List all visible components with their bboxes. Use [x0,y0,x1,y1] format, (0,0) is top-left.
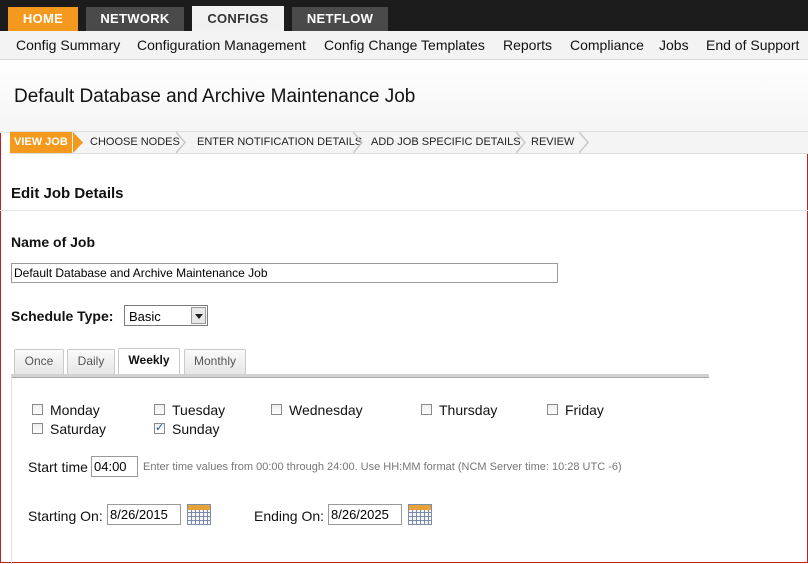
tab-strip-divider [11,374,709,378]
tuesday-label: Tuesday [172,402,226,418]
menu-config-summary[interactable]: Config Summary [16,37,120,53]
step-review[interactable]: REVIEW [531,132,574,153]
step-enter-notification-details[interactable]: ENTER NOTIFICATION DETAILS [197,132,362,153]
step-view-job[interactable]: VIEW JOB [10,132,72,153]
job-name-input[interactable] [11,263,558,283]
thursday-checkbox[interactable] [421,404,432,415]
start-time-hint: Enter time values from 00:00 through 24:… [143,461,622,473]
tab-weekly[interactable]: Weekly [118,348,180,374]
section-title: Edit Job Details [11,185,124,202]
thursday-label: Thursday [439,402,498,418]
saturday-checkbox[interactable] [32,423,43,434]
step-arrow-icon [73,132,83,153]
ending-on-label: Ending On: [254,508,325,524]
starting-on-input[interactable] [107,504,181,525]
saturday-label: Saturday [50,421,107,437]
tab-daily[interactable]: Daily [67,349,115,374]
menu-end-of-support[interactable]: End of Support [706,37,799,53]
friday-label: Friday [565,402,604,418]
sub-menu: Config Summary Configuration Management … [0,31,808,60]
tab-once[interactable]: Once [14,349,64,374]
monday-label: Monday [50,402,100,418]
chevron-down-icon[interactable] [191,307,206,324]
starting-on-label: Starting On: [28,508,103,524]
menu-compliance[interactable]: Compliance [570,37,644,53]
wednesday-checkbox[interactable] [271,404,282,415]
sunday-label: Sunday [172,421,220,437]
schedule-type-label: Schedule Type: [11,308,114,324]
schedule-type-value: Basic [129,309,161,324]
calendar-icon[interactable] [408,504,432,525]
friday-checkbox[interactable] [547,404,558,415]
menu-jobs[interactable]: Jobs [659,37,689,53]
monday-checkbox[interactable] [32,404,43,415]
section-header: Edit Job Details [0,172,808,211]
start-time-input[interactable] [91,456,138,477]
job-name-label: Name of Job [11,234,96,250]
schedule-type-select[interactable]: Basic [124,305,208,326]
wizard-steps: VIEW JOB CHOOSE NODES ENTER NOTIFICATION… [10,131,808,154]
tab-monthly[interactable]: Monthly [184,349,246,374]
tab-network[interactable]: NETWORK [86,7,184,31]
menu-configuration-management[interactable]: Configuration Management [137,37,306,53]
step-separator-icon [176,132,186,153]
menu-reports[interactable]: Reports [503,37,552,53]
menu-config-change-templates[interactable]: Config Change Templates [324,37,485,53]
step-add-job-specific-details[interactable]: ADD JOB SPECIFIC DETAILS [371,132,521,153]
start-time-label: Start time [28,459,88,475]
title-bar: Default Database and Archive Maintenance… [0,60,808,133]
page-title: Default Database and Archive Maintenance… [14,86,416,107]
calendar-icon[interactable] [187,504,211,525]
tab-pane-edge [11,377,12,564]
sunday-checkbox[interactable] [154,421,165,434]
ending-on-input[interactable] [328,504,402,525]
step-separator-icon [579,132,589,153]
wednesday-label: Wednesday [289,402,363,418]
tuesday-checkbox[interactable] [154,404,165,415]
step-separator-icon [353,132,363,153]
tab-configs[interactable]: CONFIGS [192,6,284,32]
tab-netflow[interactable]: NETFLOW [292,7,388,31]
top-nav-bar: HOME NETWORK CONFIGS NETFLOW [0,0,808,32]
step-separator-icon [516,132,526,153]
step-choose-nodes[interactable]: CHOOSE NODES [90,132,180,153]
tab-home[interactable]: HOME [8,7,78,31]
